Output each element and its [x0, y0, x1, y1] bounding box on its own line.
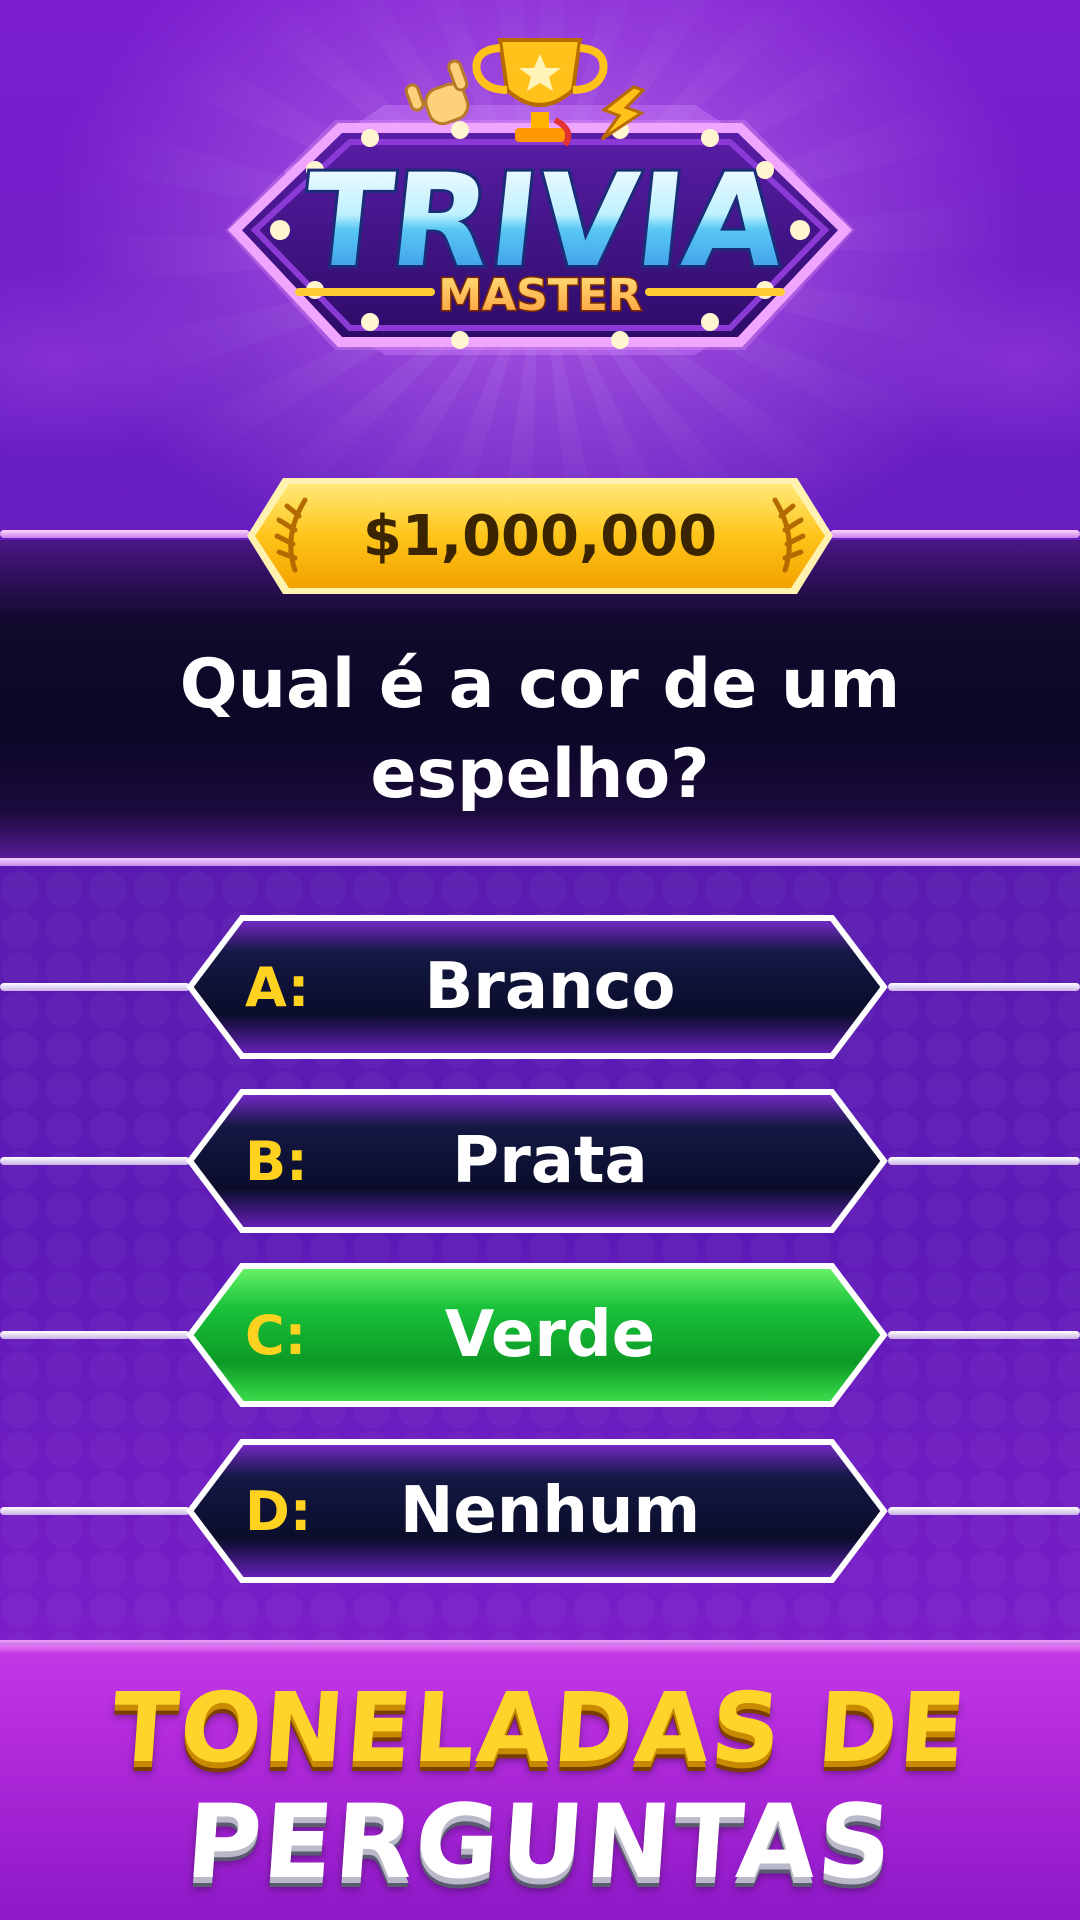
- promo-banner-glow: [0, 1640, 1080, 1654]
- answer-label: Branco: [424, 950, 676, 1024]
- answer-option-d[interactable]: D: Nenhum: [0, 1436, 1080, 1586]
- answer-line-right: [888, 1157, 1080, 1165]
- answer-line-left: [0, 1157, 190, 1165]
- answer-label: Nenhum: [399, 1474, 701, 1548]
- question-panel-divider: [0, 858, 1080, 866]
- answer-label: Verde: [444, 1298, 656, 1372]
- answer-line-left: [0, 1331, 190, 1339]
- answer-option-a[interactable]: A: Branco: [0, 912, 1080, 1062]
- prize-line-left: [0, 530, 250, 538]
- prize-line-right: [830, 530, 1080, 538]
- answer-line-left: [0, 983, 190, 991]
- answer-letter: D:: [245, 1479, 312, 1543]
- answer-option-c[interactable]: C: Verde: [0, 1260, 1080, 1410]
- answer-line-right: [888, 983, 1080, 991]
- answer-line-right: [888, 1507, 1080, 1515]
- prize-amount: $1,000,000: [362, 503, 718, 569]
- answer-label: Prata: [452, 1124, 648, 1198]
- promo-headline-line1: TONELADAS DE: [108, 1672, 972, 1784]
- answer-option-b[interactable]: B: Prata: [0, 1086, 1080, 1236]
- logo-subtitle: MASTER: [438, 270, 641, 321]
- prize-banner: $1,000,000: [243, 472, 837, 600]
- trivia-master-logo: TRIVIA MASTER: [215, 20, 865, 440]
- answer-letter: A:: [245, 955, 310, 1019]
- question-text: Qual é a cor de um espelho?: [179, 645, 901, 814]
- answer-letter: B:: [245, 1129, 308, 1193]
- promo-headline-line2: PERGUNTAS: [182, 1782, 898, 1902]
- answer-letter: C:: [245, 1303, 307, 1367]
- answer-line-right: [888, 1331, 1080, 1339]
- answer-line-left: [0, 1507, 190, 1515]
